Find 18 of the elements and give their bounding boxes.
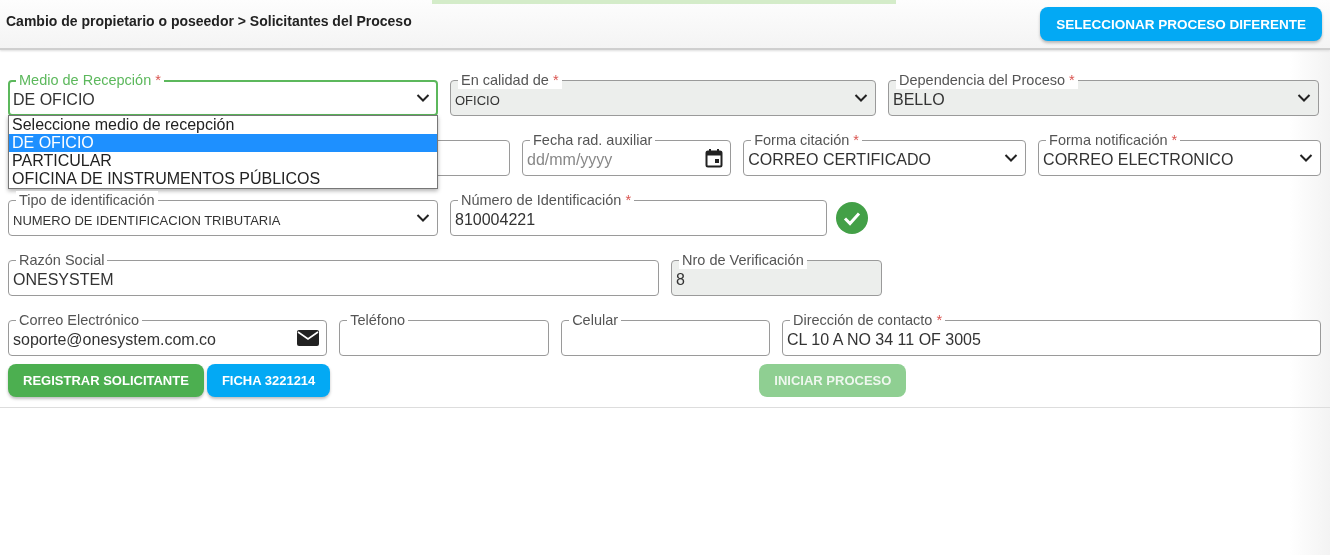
field-value: DE OFICIO: [13, 91, 96, 109]
field-label: Dependencia del Proceso *: [896, 71, 1078, 89]
field-label: Medio de Recepción *: [16, 71, 164, 89]
field-label: En calidad de *: [458, 71, 562, 89]
field-value: OFICIO: [455, 92, 501, 108]
breadcrumb: Cambio de propietario o poseedor > Solicitantes del Proceso: [6, 13, 412, 29]
field-value: ONESYSTEM: [13, 271, 115, 289]
field-placeholder: dd/mm/yyyy: [527, 151, 614, 169]
field-value: 810004221: [455, 211, 537, 229]
field-value: CORREO CERTIFICADO: [748, 151, 933, 169]
field-label: Tipo de identificación: [16, 191, 158, 209]
field-value: CORREO ELECTRONICO: [1043, 151, 1235, 169]
field-value: BELLO: [893, 91, 946, 109]
field-label: Nro de Verificación: [679, 251, 807, 269]
field-value: NUMERO DE IDENTIFICACION TRIBUTARIA: [13, 212, 282, 228]
field-value: soporte@onesystem.com.co: [13, 331, 217, 349]
field-value: CL 10 A NO 34 11 OF 3005: [787, 331, 982, 349]
field-value: 8: [676, 271, 686, 289]
